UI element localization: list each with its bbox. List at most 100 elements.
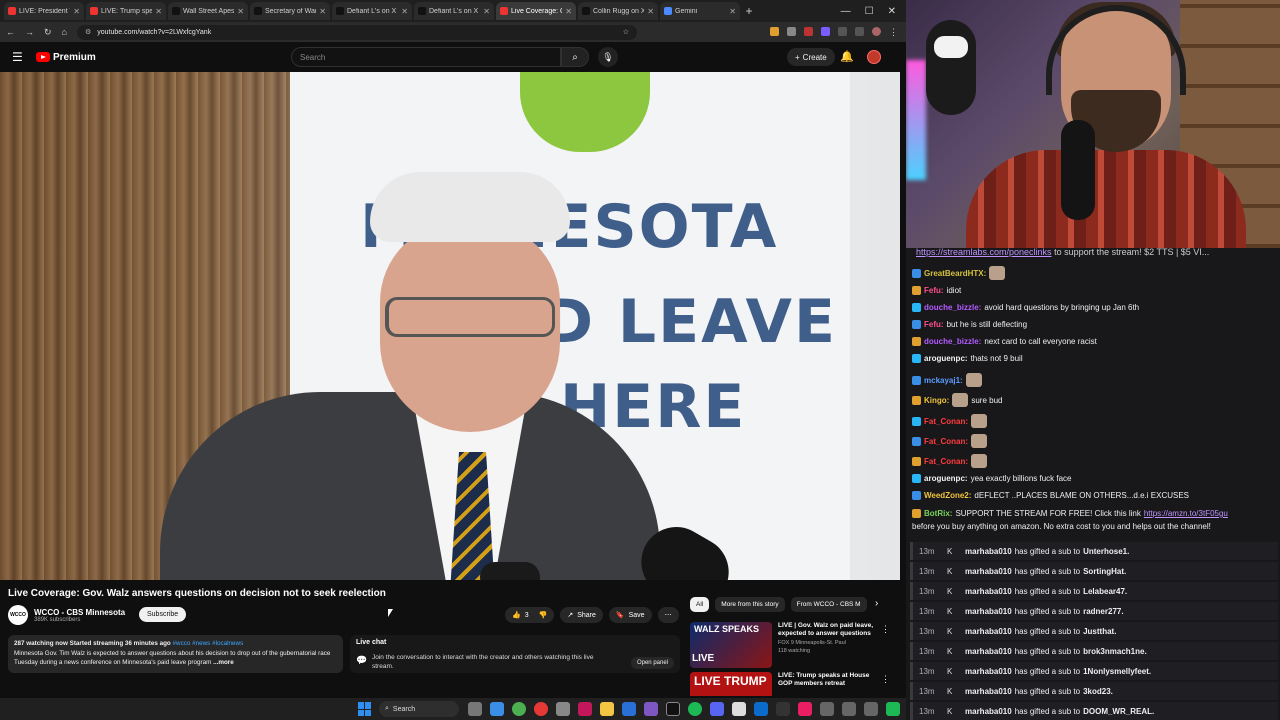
spotify-icon[interactable]: [688, 702, 702, 716]
account-avatar[interactable]: [867, 50, 881, 64]
tab-close-icon[interactable]: ✕: [483, 7, 490, 16]
app-icon[interactable]: [776, 702, 790, 716]
extension-icon[interactable]: [821, 26, 830, 36]
tab-close-icon[interactable]: ✕: [73, 7, 80, 16]
share-button[interactable]: ↗ Share: [560, 607, 603, 623]
like-button[interactable]: 👍 3 👎: [505, 607, 555, 623]
url-field[interactable]: ⚙ youtube.com/watch?v=2LWxfcgYank ☆: [76, 24, 637, 40]
save-button[interactable]: 🔖 Save: [608, 607, 652, 623]
streamlabs-link[interactable]: https://streamlabs.com/poneclinks: [916, 248, 1052, 257]
app-icon[interactable]: [886, 702, 900, 716]
open-panel-button[interactable]: Open panel: [630, 657, 674, 669]
site-info-icon[interactable]: ⚙: [85, 28, 91, 36]
gifter-name[interactable]: marhaba010: [965, 567, 1012, 576]
app-icon[interactable]: [578, 702, 592, 716]
extension-icon[interactable]: [804, 26, 813, 36]
chat-username[interactable]: aroguenpc:: [924, 474, 968, 483]
app-icon[interactable]: [556, 702, 570, 716]
browser-tab[interactable]: LIVE: President T ✕: [4, 2, 84, 20]
recommendation-title[interactable]: LIVE | Gov. Walz on paid leave, expected…: [778, 622, 878, 638]
chat-username[interactable]: aroguenpc:: [924, 354, 968, 363]
app-icon[interactable]: [732, 702, 746, 716]
menu-kebab-icon[interactable]: ⋮: [889, 27, 898, 38]
filter-chip[interactable]: All: [690, 597, 710, 612]
gift-recipient[interactable]: SortingHat.: [1083, 567, 1126, 576]
gifter-name[interactable]: marhaba010: [965, 627, 1012, 636]
gift-recipient[interactable]: 3kod23.: [1083, 687, 1113, 696]
description-box[interactable]: 287 watching now Started streaming 36 mi…: [8, 635, 343, 673]
recommendation-title[interactable]: LIVE: Trump speaks at House GOP members …: [778, 672, 878, 688]
search-button[interactable]: ⌕: [561, 47, 589, 67]
app-icon[interactable]: [490, 702, 504, 716]
gifter-name[interactable]: marhaba010: [965, 707, 1012, 716]
search-input[interactable]: Search: [291, 47, 561, 67]
chat-username[interactable]: Fat_Conan:: [924, 417, 968, 426]
chat-username[interactable]: Fat_Conan:: [924, 457, 968, 466]
new-tab-icon[interactable]: +: [742, 4, 756, 18]
create-button[interactable]: + Create: [787, 48, 835, 66]
browser-tab[interactable]: Secretary of War Pe✕: [250, 2, 330, 20]
subscribe-button[interactable]: Subscribe: [139, 607, 187, 622]
browser-tab[interactable]: Wall Street Apes ✕: [168, 2, 248, 20]
gifter-name[interactable]: marhaba010: [965, 607, 1012, 616]
browser-tab[interactable]: LIVE: Trump speaks a✕: [86, 2, 166, 20]
browser-tab[interactable]: Gemini ✕: [660, 2, 740, 20]
app-icon[interactable]: [864, 702, 878, 716]
chat-username[interactable]: WeedZone2:: [924, 491, 971, 500]
more-actions-button[interactable]: ⋯: [657, 607, 679, 623]
maximize-icon[interactable]: ☐: [865, 6, 874, 17]
bookmark-star-icon[interactable]: ☆: [623, 28, 629, 36]
browser-tab[interactable]: Defiant L's on X ✕: [414, 2, 494, 20]
chat-username[interactable]: douche_bizzle:: [924, 303, 981, 312]
voice-search-button[interactable]: 🎙: [598, 47, 618, 67]
gifter-name[interactable]: marhaba010: [965, 667, 1012, 676]
home-icon[interactable]: ⌂: [62, 27, 67, 37]
tab-close-icon[interactable]: ✕: [565, 7, 572, 16]
recommendation-thumbnail[interactable]: LIVE TRUMP: [690, 672, 772, 696]
tab-close-icon[interactable]: ✕: [647, 7, 654, 16]
chat-username[interactable]: douche_bizzle:: [924, 337, 981, 346]
close-window-icon[interactable]: ✕: [888, 6, 896, 17]
hamburger-menu-icon[interactable]: ☰: [12, 50, 24, 64]
windows-start-icon[interactable]: [358, 702, 372, 716]
chat-username[interactable]: Fefu:: [924, 320, 944, 329]
app-icon[interactable]: [534, 702, 548, 716]
extension-icon[interactable]: [838, 26, 847, 36]
tab-close-icon[interactable]: ✕: [319, 7, 326, 16]
recommendation-item[interactable]: WALZ SPEAKS LIVE LIVE | Gov. Walz on pai…: [690, 622, 900, 670]
browser-tab[interactable]: Collin Rugg on X ✕: [578, 2, 658, 20]
channel-name[interactable]: WCCO - CBS Minnesota: [34, 608, 125, 617]
youtube-logo[interactable]: Premium: [36, 52, 96, 63]
app-icon[interactable]: [754, 702, 768, 716]
chat-link[interactable]: https://amzn.to/3tF05gu: [1144, 509, 1228, 518]
chat-username[interactable]: Kingo:: [924, 396, 949, 405]
taskbar-search[interactable]: ⌕ Search: [379, 701, 459, 717]
chat-username[interactable]: Fefu:: [924, 286, 944, 295]
extension-icon[interactable]: [787, 26, 796, 36]
recommendation-item[interactable]: LIVE TRUMP LIVE: Trump speaks at House G…: [690, 672, 900, 696]
video-player[interactable]: MINNESOTA PAID LEAVE HERE: [0, 72, 900, 580]
tab-close-icon[interactable]: ✕: [155, 7, 162, 16]
chat-username[interactable]: mckayaj1:: [924, 376, 963, 385]
browser-tab[interactable]: Live Coverage: G ✕: [496, 2, 576, 20]
browser-icon[interactable]: [512, 702, 526, 716]
task-view-icon[interactable]: [468, 702, 482, 716]
chat-username[interactable]: BotRix:: [924, 509, 952, 518]
gift-recipient[interactable]: brok3nmach1ne.: [1083, 647, 1147, 656]
gifter-name[interactable]: marhaba010: [965, 647, 1012, 656]
tab-close-icon[interactable]: ✕: [237, 7, 244, 16]
recommendation-menu-icon[interactable]: ⋮: [881, 624, 890, 635]
filter-chip[interactable]: From WCCO - CBS M: [790, 597, 867, 612]
chevron-right-icon[interactable]: ›: [875, 598, 878, 609]
chat-username[interactable]: Fat_Conan:: [924, 437, 968, 446]
tab-close-icon[interactable]: ✕: [729, 7, 736, 16]
back-icon[interactable]: ←: [6, 27, 15, 37]
gifter-name[interactable]: marhaba010: [965, 587, 1012, 596]
tab-close-icon[interactable]: ✕: [401, 7, 408, 16]
app-icon[interactable]: [644, 702, 658, 716]
extension-icon[interactable]: [855, 26, 864, 36]
app-icon[interactable]: [798, 702, 812, 716]
gifter-name[interactable]: marhaba010: [965, 547, 1012, 556]
recommendation-thumbnail[interactable]: WALZ SPEAKS LIVE: [690, 622, 772, 668]
channel-avatar[interactable]: WCCO: [8, 605, 28, 625]
